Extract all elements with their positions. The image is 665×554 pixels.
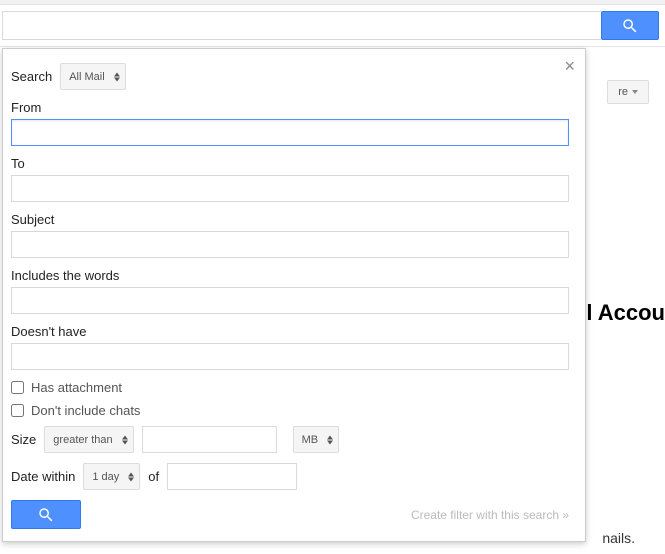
close-icon[interactable]: × — [564, 57, 575, 75]
subject-input[interactable] — [11, 231, 569, 258]
search-icon — [621, 17, 639, 35]
create-filter-link[interactable]: Create filter with this search » — [411, 508, 569, 522]
select-arrow-icon — [122, 435, 128, 444]
search-scope-value: All Mail — [69, 71, 104, 83]
page-body-fragment: nails. — [602, 530, 635, 546]
date-range-select[interactable]: 1 day — [83, 463, 140, 490]
has-attachment-label: Has attachment — [31, 380, 122, 395]
select-arrow-icon — [128, 472, 134, 481]
to-input[interactable] — [11, 175, 569, 202]
doesnt-have-input[interactable] — [11, 343, 569, 370]
search-scope-select[interactable]: All Mail — [60, 63, 125, 90]
subject-label: Subject — [11, 212, 569, 227]
more-button[interactable]: re — [607, 80, 649, 104]
chevron-down-icon — [632, 90, 638, 94]
has-attachment-checkbox[interactable] — [11, 381, 24, 394]
size-unit-value: MB — [302, 434, 319, 446]
search-bar — [0, 5, 665, 47]
search-icon — [37, 506, 55, 524]
size-value-input[interactable] — [142, 426, 277, 453]
more-button-label: re — [618, 86, 628, 98]
from-input[interactable] — [11, 119, 569, 146]
from-label: From — [11, 100, 569, 115]
to-label: To — [11, 156, 569, 171]
dont-include-chats-label: Don't include chats — [31, 403, 140, 418]
size-operator-value: greater than — [53, 434, 112, 446]
dont-include-chats-checkbox[interactable] — [11, 404, 24, 417]
includes-words-label: Includes the words — [11, 268, 569, 283]
select-arrow-icon — [114, 72, 120, 81]
search-bar-button[interactable] — [601, 11, 659, 40]
advanced-search-panel: × Search All Mail From To Subject Includ… — [2, 48, 586, 542]
search-bar-input[interactable] — [2, 11, 601, 40]
date-input[interactable] — [167, 463, 297, 490]
size-label: Size — [11, 432, 36, 447]
page-heading-fragment: il Accou — [580, 300, 665, 326]
includes-words-input[interactable] — [11, 287, 569, 314]
of-label: of — [148, 469, 159, 484]
size-operator-select[interactable]: greater than — [44, 426, 133, 453]
doesnt-have-label: Doesn't have — [11, 324, 569, 339]
date-within-label: Date within — [11, 469, 75, 484]
date-range-value: 1 day — [92, 471, 119, 483]
search-submit-button[interactable] — [11, 500, 81, 529]
size-unit-select[interactable]: MB — [293, 426, 340, 453]
search-scope-label: Search — [11, 69, 52, 84]
select-arrow-icon — [327, 435, 333, 444]
